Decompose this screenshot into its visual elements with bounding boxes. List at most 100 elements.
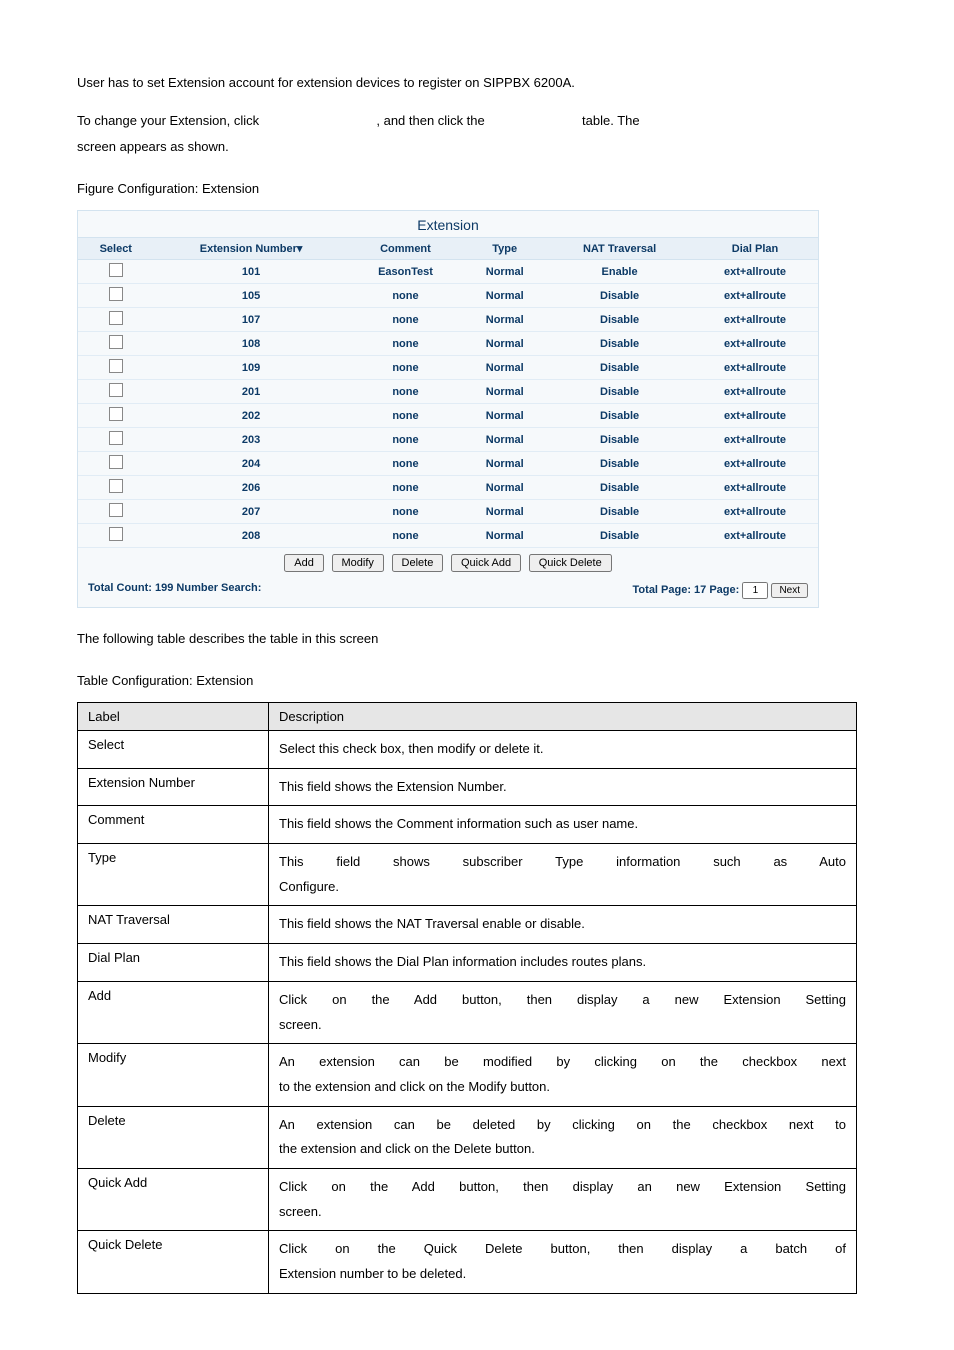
page-input[interactable] bbox=[742, 582, 768, 599]
cell-ext-number[interactable]: 109 bbox=[154, 356, 349, 380]
intro-2b: , and then click the bbox=[376, 113, 484, 128]
cell-ext-number[interactable]: 207 bbox=[154, 500, 349, 524]
cell-ext-number[interactable]: 108 bbox=[154, 332, 349, 356]
cell-ext-number[interactable]: 107 bbox=[154, 308, 349, 332]
intro-2a: To change your Extension, click bbox=[77, 113, 259, 128]
cell-dial-plan: ext+allroute bbox=[692, 308, 818, 332]
mid-text: The following table describes the table … bbox=[77, 626, 897, 652]
cell-type: Normal bbox=[462, 356, 547, 380]
desc-cell-description: An extension can be modified by clicking… bbox=[269, 1044, 857, 1106]
table-row: 206noneNormalDisableext+allroute bbox=[78, 476, 818, 500]
cell-ext-number[interactable]: 201 bbox=[154, 380, 349, 404]
cell-nat: Disable bbox=[547, 452, 692, 476]
cell-ext-number[interactable]: 203 bbox=[154, 428, 349, 452]
desc-cell-label: NAT Traversal bbox=[78, 906, 269, 944]
row-checkbox[interactable] bbox=[109, 383, 123, 397]
totals-row: Total Count: 199 Number Search: Total Pa… bbox=[78, 578, 818, 607]
cell-comment: none bbox=[349, 380, 463, 404]
desc-row: AddClick on the Add button, then display… bbox=[78, 981, 857, 1043]
th-select[interactable]: Select bbox=[78, 238, 154, 260]
delete-button[interactable] bbox=[392, 554, 444, 572]
quick-delete-button[interactable] bbox=[529, 554, 612, 572]
desc-row: Quick AddClick on the Add button, then d… bbox=[78, 1168, 857, 1230]
row-checkbox[interactable] bbox=[109, 455, 123, 469]
cell-dial-plan: ext+allroute bbox=[692, 524, 818, 548]
table-row: 207noneNormalDisableext+allroute bbox=[78, 500, 818, 524]
modify-button[interactable] bbox=[332, 554, 384, 572]
desc-cell-label: Comment bbox=[78, 806, 269, 844]
row-checkbox[interactable] bbox=[109, 263, 123, 277]
cell-nat: Disable bbox=[547, 380, 692, 404]
cell-type: Normal bbox=[462, 428, 547, 452]
row-checkbox[interactable] bbox=[109, 335, 123, 349]
th-comment[interactable]: Comment bbox=[349, 238, 463, 260]
row-checkbox[interactable] bbox=[109, 479, 123, 493]
cell-dial-plan: ext+allroute bbox=[692, 284, 818, 308]
desc-cell-description: Click on the Quick Delete button, then d… bbox=[269, 1231, 857, 1293]
th-type[interactable]: Type bbox=[462, 238, 547, 260]
cell-type: Normal bbox=[462, 452, 547, 476]
cell-ext-number[interactable]: 206 bbox=[154, 476, 349, 500]
row-checkbox[interactable] bbox=[109, 431, 123, 445]
th-dial-plan[interactable]: Dial Plan bbox=[692, 238, 818, 260]
cell-type: Normal bbox=[462, 524, 547, 548]
cell-type: Normal bbox=[462, 500, 547, 524]
cell-ext-number[interactable]: 105 bbox=[154, 284, 349, 308]
cell-comment: none bbox=[349, 452, 463, 476]
table-row: 202noneNormalDisableext+allroute bbox=[78, 404, 818, 428]
desc-cell-label: Delete bbox=[78, 1106, 269, 1168]
cell-dial-plan: ext+allroute bbox=[692, 332, 818, 356]
cell-ext-number[interactable]: 202 bbox=[154, 404, 349, 428]
quick-add-button[interactable] bbox=[451, 554, 521, 572]
desc-header-label: Label bbox=[78, 703, 269, 731]
table-row: 208noneNormalDisableext+allroute bbox=[78, 524, 818, 548]
desc-cell-label: Quick Delete bbox=[78, 1231, 269, 1293]
cell-type: Normal bbox=[462, 308, 547, 332]
desc-cell-label: Add bbox=[78, 981, 269, 1043]
desc-header-description: Description bbox=[269, 703, 857, 731]
next-button[interactable] bbox=[771, 583, 808, 598]
desc-cell-label: Dial Plan bbox=[78, 944, 269, 982]
extension-table: Select Extension Number▾ Comment Type NA… bbox=[78, 237, 818, 548]
description-table: Label Description SelectSelect this chec… bbox=[77, 702, 857, 1294]
desc-cell-description: Click on the Add button, then display an… bbox=[269, 1168, 857, 1230]
cell-comment: none bbox=[349, 500, 463, 524]
th-nat-traversal[interactable]: NAT Traversal bbox=[547, 238, 692, 260]
table-row: 108noneNormalDisableext+allroute bbox=[78, 332, 818, 356]
cell-nat: Disable bbox=[547, 284, 692, 308]
row-checkbox[interactable] bbox=[109, 359, 123, 373]
row-checkbox[interactable] bbox=[109, 503, 123, 517]
cell-comment: EasonTest bbox=[349, 260, 463, 284]
cell-dial-plan: ext+allroute bbox=[692, 356, 818, 380]
cell-comment: none bbox=[349, 476, 463, 500]
row-checkbox[interactable] bbox=[109, 287, 123, 301]
intro-line-1: User has to set Extension account for ex… bbox=[77, 70, 897, 96]
th-extension-number[interactable]: Extension Number▾ bbox=[154, 238, 349, 260]
cell-nat: Disable bbox=[547, 476, 692, 500]
cell-ext-number[interactable]: 208 bbox=[154, 524, 349, 548]
desc-cell-description: This field shows the Dial Plan informati… bbox=[269, 944, 857, 982]
cell-ext-number[interactable]: 204 bbox=[154, 452, 349, 476]
desc-cell-description: Click on the Add button, then display a … bbox=[269, 981, 857, 1043]
desc-row: Quick DeleteClick on the Quick Delete bu… bbox=[78, 1231, 857, 1293]
desc-cell-description: This field shows subscriber Type informa… bbox=[269, 844, 857, 906]
row-checkbox[interactable] bbox=[109, 311, 123, 325]
row-checkbox[interactable] bbox=[109, 527, 123, 541]
desc-cell-description: This field shows the Comment information… bbox=[269, 806, 857, 844]
cell-type: Normal bbox=[462, 380, 547, 404]
cell-ext-number[interactable]: 101 bbox=[154, 260, 349, 284]
extension-panel: Extension Select Extension Number▾ Comme… bbox=[77, 210, 819, 608]
cell-comment: none bbox=[349, 356, 463, 380]
desc-row: DeleteAn extension can be deleted by cli… bbox=[78, 1106, 857, 1168]
cell-dial-plan: ext+allroute bbox=[692, 500, 818, 524]
intro-2c: table. The bbox=[582, 113, 640, 128]
table-row: 105noneNormalDisableext+allroute bbox=[78, 284, 818, 308]
table-row: 201noneNormalDisableext+allroute bbox=[78, 380, 818, 404]
add-button[interactable] bbox=[284, 554, 324, 572]
desc-row: ModifyAn extension can be modified by cl… bbox=[78, 1044, 857, 1106]
cell-comment: none bbox=[349, 308, 463, 332]
row-checkbox[interactable] bbox=[109, 407, 123, 421]
cell-dial-plan: ext+allroute bbox=[692, 380, 818, 404]
intro-line-2: To change your Extension, click , and th… bbox=[77, 108, 897, 160]
cell-nat: Disable bbox=[547, 332, 692, 356]
